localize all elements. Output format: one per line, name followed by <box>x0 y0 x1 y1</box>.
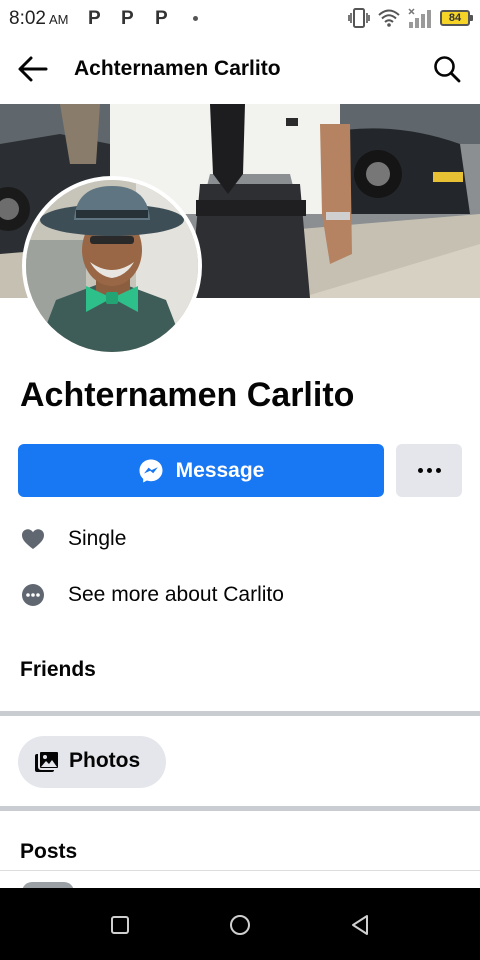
message-button[interactable]: Message <box>18 444 384 497</box>
profile-photo <box>26 180 198 352</box>
more-dot <box>426 468 432 473</box>
signal-icon <box>408 8 431 28</box>
heart-icon <box>20 526 46 552</box>
section-divider <box>0 806 480 811</box>
back-triangle-icon <box>352 915 368 935</box>
messenger-icon <box>139 459 163 482</box>
recents-icon <box>111 916 129 934</box>
photos-icon <box>34 750 60 779</box>
app-header: Achternamen Carlito <box>0 36 480 104</box>
posts-section-title: Posts <box>20 840 78 863</box>
status-bar: 8:02 AM P P P 84 <box>0 0 480 36</box>
profile-name: Achternamen Carlito <box>20 376 355 414</box>
back-arrow-icon <box>18 56 48 82</box>
more-dots-icon <box>417 468 423 473</box>
wifi-icon <box>378 9 400 27</box>
more-dot <box>435 468 441 473</box>
system-back-button[interactable] <box>345 910 375 940</box>
notification-p-icon: P <box>121 8 134 29</box>
section-divider <box>0 711 480 716</box>
more-options-button[interactable] <box>396 444 462 497</box>
search-icon <box>434 56 461 83</box>
more-circle-icon <box>20 582 46 608</box>
photos-button[interactable]: Photos <box>18 736 166 788</box>
system-nav-bar <box>0 888 480 960</box>
status-time: 8:02 AM <box>9 8 69 29</box>
info-row-relationship: Single <box>20 524 126 554</box>
header-title: Achternamen Carlito <box>74 57 281 80</box>
profile-avatar[interactable] <box>22 176 202 356</box>
back-button[interactable] <box>16 52 56 88</box>
home-button[interactable] <box>225 910 255 940</box>
home-icon <box>230 915 250 935</box>
posts-divider <box>0 870 480 871</box>
see-more-link[interactable]: See more about Carlito <box>68 583 284 607</box>
info-row-see-more[interactable]: See more about Carlito <box>20 580 284 610</box>
notification-p-icon: P <box>155 8 168 29</box>
status-icons: 84 <box>348 6 473 30</box>
message-button-label: Message <box>175 458 265 482</box>
friends-section-title[interactable]: Friends <box>20 658 96 682</box>
battery-icon: 84 <box>440 10 473 26</box>
vibrate-icon <box>348 8 370 28</box>
relationship-status: Single <box>68 527 127 550</box>
recents-button[interactable] <box>105 910 135 940</box>
search-button[interactable] <box>432 54 464 86</box>
photos-label: Photos <box>69 749 141 772</box>
more-notifications-dot <box>193 16 198 21</box>
notification-p-icon: P <box>88 8 101 29</box>
profile-photo-image <box>26 180 198 352</box>
